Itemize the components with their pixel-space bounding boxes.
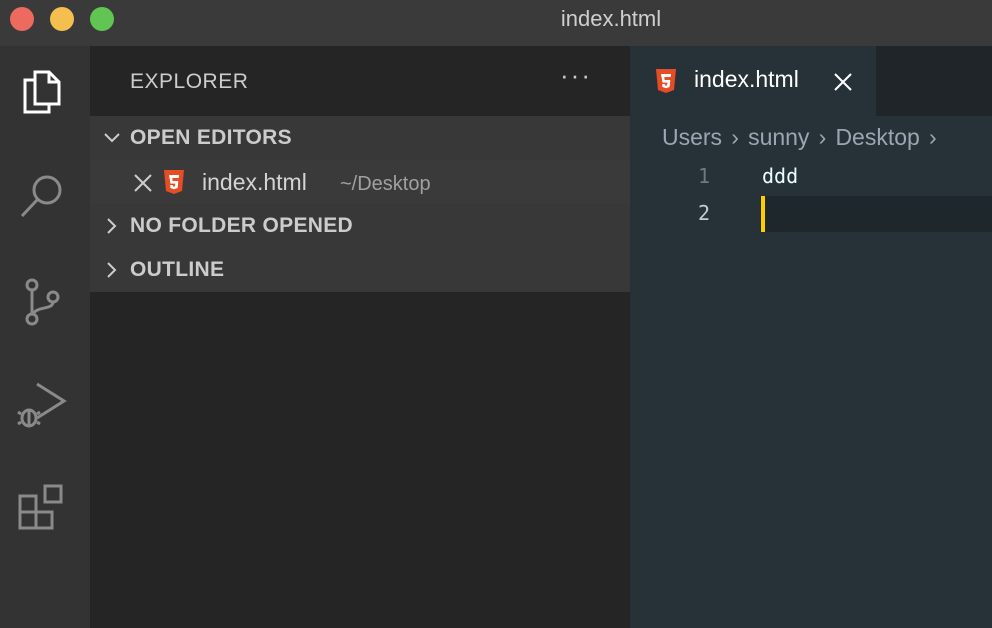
breadcrumb-item[interactable]: sunny: [748, 124, 809, 150]
code-line[interactable]: ddd: [762, 164, 798, 188]
run-debug-icon[interactable]: [17, 380, 67, 430]
open-editor-item[interactable]: index.html ~/Desktop: [90, 160, 630, 204]
text-cursor: [761, 196, 765, 232]
line-number: 2: [697, 201, 710, 225]
activity-bar: [0, 46, 90, 628]
editor-area: index.html Users › sunny › Desktop › 1 ddd 2: [630, 46, 992, 628]
section-label: NO FOLDER OPENED: [130, 214, 353, 237]
section-open-editors[interactable]: OPEN EDITORS: [90, 116, 630, 160]
open-editor-filename: index.html: [202, 169, 307, 195]
current-line-highlight: [760, 196, 992, 232]
chevron-right-icon: ›: [928, 124, 937, 150]
more-actions-button[interactable]: ···: [560, 60, 592, 91]
tab-label: index.html: [694, 66, 799, 92]
section-label: OUTLINE: [130, 258, 225, 281]
explorer-sections: OPEN EDITORS index.html ~/Desktop NO FOL…: [90, 116, 630, 292]
chevron-right-icon: [107, 262, 117, 278]
section-label: OPEN EDITORS: [130, 126, 292, 149]
explorer-sidebar: EXPLORER ··· OPEN EDITORS index.html ~/D…: [90, 46, 630, 628]
extensions-icon[interactable]: [17, 482, 67, 532]
tab-index-html[interactable]: index.html: [630, 46, 876, 116]
chevron-down-icon: [104, 133, 120, 143]
html-file-icon: [164, 170, 184, 194]
breadcrumb: Users › sunny › Desktop ›: [662, 124, 946, 151]
explorer-header: EXPLORER ···: [90, 46, 630, 116]
close-icon[interactable]: [832, 71, 854, 93]
chevron-right-icon: ›: [818, 124, 827, 150]
close-icon[interactable]: [132, 172, 154, 194]
open-editor-path: ~/Desktop: [340, 173, 431, 195]
line-number: 1: [697, 164, 710, 188]
explorer-title: EXPLORER: [130, 70, 249, 93]
section-outline[interactable]: OUTLINE: [90, 248, 630, 292]
chevron-right-icon: ›: [731, 124, 739, 150]
breadcrumb-item[interactable]: Desktop: [835, 124, 919, 150]
source-control-icon[interactable]: [17, 276, 67, 326]
chevron-right-icon: [107, 218, 117, 234]
html-file-icon: [656, 69, 676, 93]
section-no-folder[interactable]: NO FOLDER OPENED: [90, 204, 630, 248]
window-title: index.html: [560, 6, 662, 31]
breadcrumb-item[interactable]: Users: [662, 124, 722, 150]
search-icon[interactable]: [17, 172, 67, 222]
files-icon[interactable]: [17, 66, 67, 116]
tab-strip: index.html: [630, 46, 992, 116]
title-bar: index.html: [0, 0, 992, 46]
